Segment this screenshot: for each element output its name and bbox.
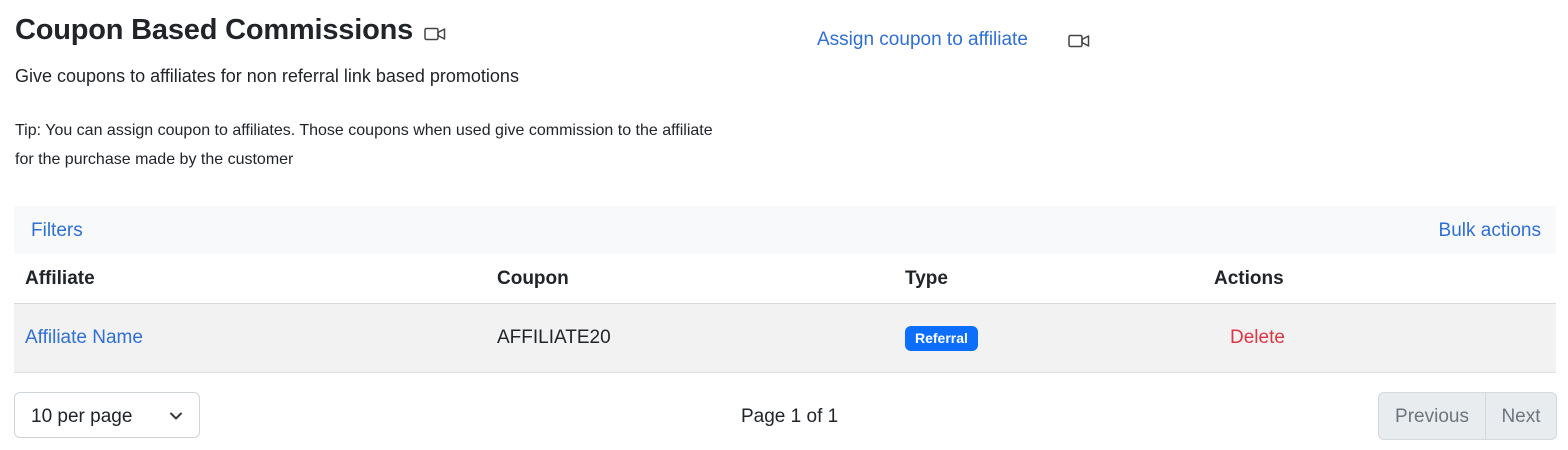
video-camera-icon[interactable]: [424, 26, 446, 42]
per-page-select[interactable]: 10 per page: [14, 392, 200, 438]
coupon-code: AFFILIATE20: [497, 327, 611, 348]
affiliate-name-link[interactable]: Affiliate Name: [25, 327, 143, 349]
tip-text: Tip: You can assign coupon to affiliates…: [15, 122, 713, 168]
title-row: Coupon Based Commissions: [15, 14, 446, 47]
table-row: Affiliate Name AFFILIATE20 Referral Dele…: [14, 304, 1556, 373]
chevron-down-icon: [169, 409, 183, 423]
page-info: Page 1 of 1: [741, 406, 839, 427]
per-page-value: 10 per page: [31, 406, 133, 427]
table-toolbar: Filters Bulk actions: [14, 206, 1556, 254]
type-badge: Referral: [905, 326, 978, 351]
coupons-table: Affiliate Coupon Type Actions Affiliate …: [14, 254, 1556, 373]
video-camera-icon[interactable]: [1068, 33, 1090, 49]
coupon-commissions-page: Coupon Based Commissions Give coupons to…: [0, 0, 1568, 450]
column-header-affiliate: Affiliate: [25, 268, 95, 289]
page-title: Coupon Based Commissions: [15, 14, 414, 46]
filters-link[interactable]: Filters: [31, 220, 83, 242]
column-header-actions: Actions: [1214, 268, 1284, 289]
page-subtitle: Give coupons to affiliates for non refer…: [15, 66, 519, 86]
previous-button[interactable]: Previous: [1379, 393, 1486, 439]
bulk-actions-link[interactable]: Bulk actions: [1439, 220, 1541, 242]
pagination-controls: Previous Next: [1378, 392, 1557, 440]
column-header-coupon: Coupon: [497, 268, 569, 289]
next-button[interactable]: Next: [1486, 393, 1556, 439]
column-header-type: Type: [905, 268, 948, 289]
assign-coupon-link[interactable]: Assign coupon to affiliate: [817, 29, 1028, 51]
table-header: Affiliate Coupon Type Actions: [14, 254, 1556, 304]
delete-button[interactable]: Delete: [1230, 327, 1285, 349]
